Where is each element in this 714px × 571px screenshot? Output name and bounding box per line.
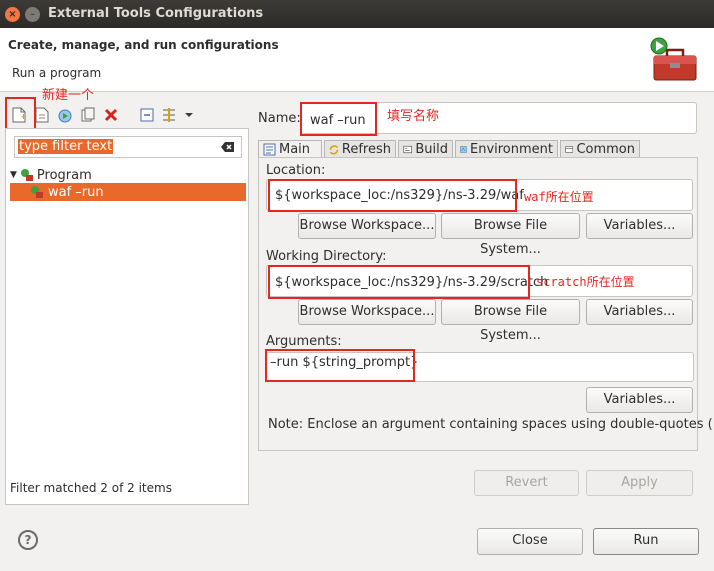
clear-filter-icon[interactable] bbox=[221, 141, 235, 153]
close-window-icon[interactable]: × bbox=[5, 7, 20, 22]
filter-status: Filter matched 2 of 2 items bbox=[10, 481, 172, 495]
common-icon bbox=[565, 146, 574, 153]
tab-common[interactable]: Common bbox=[560, 140, 640, 158]
run-button[interactable]: Run bbox=[593, 528, 699, 555]
tree-item-waf-run[interactable]: waf –run bbox=[10, 183, 246, 201]
revert-button[interactable]: Revert bbox=[474, 470, 579, 496]
tree-item-label: waf –run bbox=[48, 184, 104, 200]
config-list-panel: type filter text ▼ Program waf –run bbox=[5, 128, 249, 505]
arguments-highlight bbox=[265, 349, 415, 382]
config-toolbar bbox=[6, 104, 246, 126]
tab-environment-label: Environment bbox=[469, 142, 553, 157]
filter-placeholder: type filter text bbox=[18, 139, 114, 154]
environment-icon bbox=[460, 146, 467, 153]
collapse-all-icon[interactable] bbox=[138, 106, 156, 124]
location-highlight bbox=[268, 179, 517, 212]
close-button[interactable]: Close bbox=[477, 528, 583, 555]
build-icon bbox=[403, 145, 412, 154]
name-label: Name: bbox=[258, 111, 301, 126]
main-tab-icon bbox=[263, 143, 276, 156]
arguments-label: Arguments: bbox=[266, 334, 342, 349]
tree-category-program[interactable]: ▼ Program bbox=[10, 166, 92, 184]
export-icon[interactable] bbox=[79, 106, 97, 124]
workdir-browse-workspace-button[interactable]: Browse Workspace... bbox=[298, 299, 436, 325]
location-browse-filesystem-button[interactable]: Browse File System... bbox=[441, 213, 580, 257]
program-icon bbox=[20, 169, 33, 181]
header-title: Create, manage, and run configurations bbox=[8, 38, 279, 52]
tab-refresh-label: Refresh bbox=[341, 142, 391, 157]
annotation-name: 填写名称 bbox=[387, 109, 440, 124]
tab-main[interactable]: Main bbox=[258, 140, 322, 158]
working-dir-label: Working Directory: bbox=[266, 249, 387, 264]
workdir-variables-button[interactable]: Variables... bbox=[586, 299, 693, 325]
arguments-variables-button[interactable]: Variables... bbox=[586, 387, 693, 413]
refresh-icon bbox=[329, 145, 339, 155]
working-dir-highlight bbox=[268, 265, 530, 299]
tab-refresh[interactable]: Refresh bbox=[324, 140, 396, 158]
minimize-window-icon[interactable]: – bbox=[25, 7, 40, 22]
header-subtitle: Run a program bbox=[12, 66, 102, 80]
tab-common-label: Common bbox=[576, 142, 635, 157]
filter-input[interactable]: type filter text bbox=[14, 136, 242, 158]
expand-icon[interactable]: ▼ bbox=[10, 170, 17, 180]
tab-environment[interactable]: Environment bbox=[455, 140, 558, 158]
tab-build[interactable]: Build bbox=[398, 140, 453, 158]
location-label: Location: bbox=[266, 163, 326, 178]
delete-icon[interactable] bbox=[102, 106, 120, 124]
tree-category-label: Program bbox=[36, 167, 92, 183]
location-browse-workspace-button[interactable]: Browse Workspace... bbox=[298, 213, 436, 239]
window-title: External Tools Configurations bbox=[48, 6, 264, 21]
annotation-new-config: 新建一个 bbox=[42, 88, 95, 103]
toolbox-run-icon bbox=[650, 37, 697, 81]
annotation-waf: waf所在位置 bbox=[524, 190, 594, 204]
filter-icon[interactable] bbox=[160, 106, 178, 124]
name-highlight bbox=[300, 102, 377, 136]
help-icon[interactable]: ? bbox=[18, 530, 38, 550]
dialog-header: Create, manage, and run configurations R… bbox=[0, 28, 714, 92]
annotation-scratch: scratch所在位置 bbox=[536, 275, 635, 289]
workdir-browse-filesystem-button[interactable]: Browse File System... bbox=[441, 299, 580, 343]
launch-config-icon bbox=[31, 186, 43, 198]
apply-button[interactable]: Apply bbox=[586, 470, 693, 496]
view-menu-icon[interactable] bbox=[180, 106, 198, 124]
tab-build-label: Build bbox=[415, 142, 448, 157]
location-variables-button[interactable]: Variables... bbox=[586, 213, 693, 239]
duplicate-icon[interactable] bbox=[56, 106, 74, 124]
tab-main-label: Main bbox=[279, 142, 311, 157]
title-bar: × – External Tools Configurations bbox=[0, 0, 714, 28]
arguments-note: Note: Enclose an argument containing spa… bbox=[268, 417, 714, 432]
